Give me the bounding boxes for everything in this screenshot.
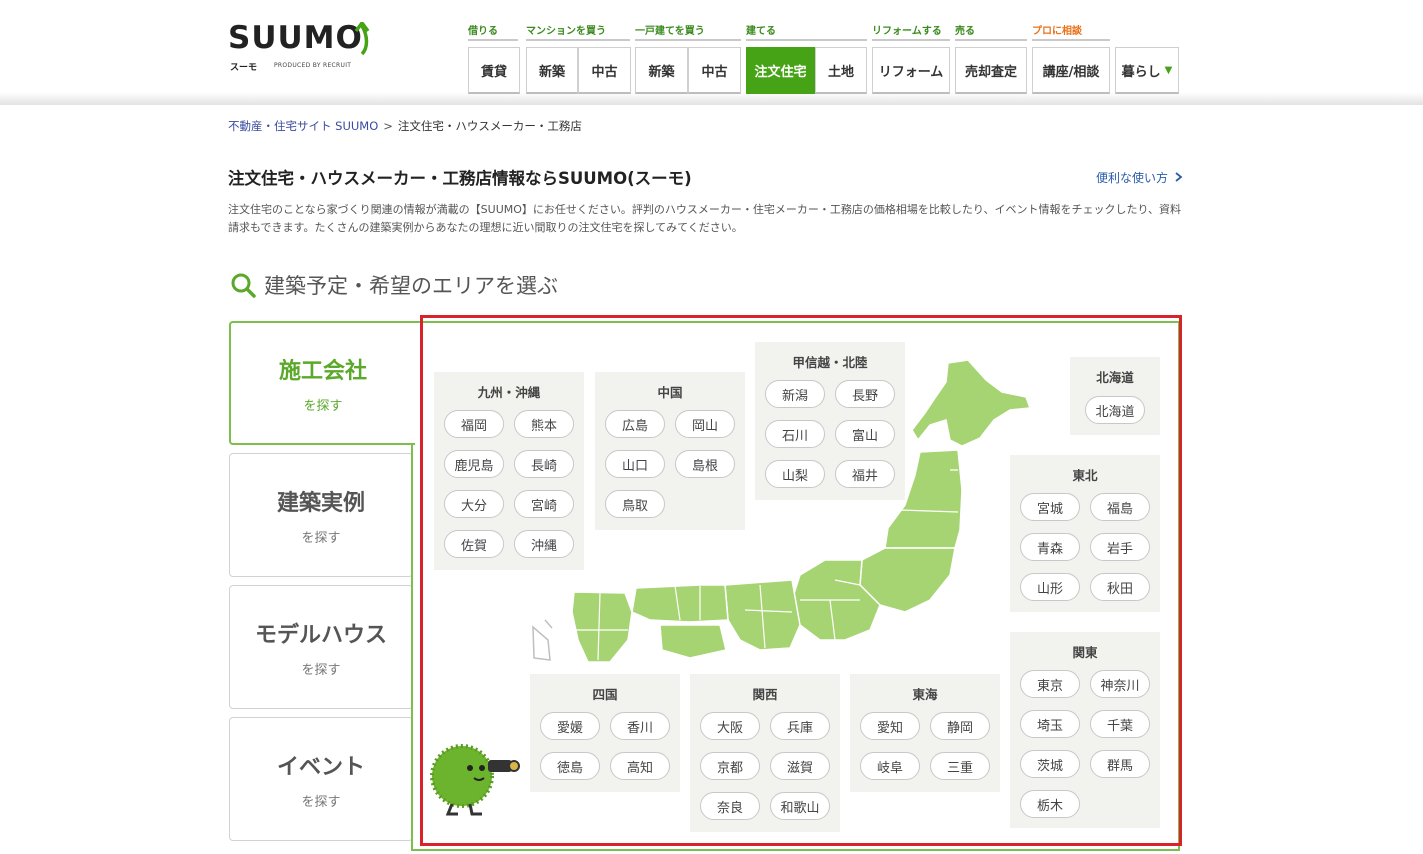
pref-button-nagano[interactable]: 長野 xyxy=(835,380,895,408)
pref-button-kyoto[interactable]: 京都 xyxy=(700,752,760,780)
pref-button-saga[interactable]: 佐賀 xyxy=(444,530,504,558)
pref-button-fukuoka[interactable]: 福岡 xyxy=(444,410,504,438)
region-kanto: 関東 東京 神奈川 埼玉 千葉 茨城 群馬 栃木 xyxy=(1010,632,1160,828)
pref-button-shiga[interactable]: 滋賀 xyxy=(770,752,830,780)
pref-button-kagawa[interactable]: 香川 xyxy=(610,712,670,740)
pref-button-nara[interactable]: 奈良 xyxy=(700,792,760,820)
pref-button-kagoshima[interactable]: 鹿児島 xyxy=(444,450,504,478)
map-shikoku[interactable] xyxy=(659,624,727,659)
region-kyushu-name: 九州・沖縄 xyxy=(477,385,541,400)
pref-button-hyogo[interactable]: 兵庫 xyxy=(770,712,830,740)
pref-button-yamaguchi[interactable]: 山口 xyxy=(605,450,665,478)
pref-button-miyazaki[interactable]: 宮崎 xyxy=(514,490,574,518)
pref-button-kanagawa[interactable]: 神奈川 xyxy=(1090,670,1150,698)
region-hokkaido-name: 北海道 xyxy=(1096,370,1134,385)
pref-button-okinawa[interactable]: 沖縄 xyxy=(514,530,574,558)
pref-button-ibaraki[interactable]: 茨城 xyxy=(1020,750,1080,778)
pref-button-hokkaido[interactable]: 北海道 xyxy=(1085,396,1145,424)
pref-button-hiroshima[interactable]: 広島 xyxy=(605,410,665,438)
pref-button-yamagata[interactable]: 山形 xyxy=(1020,573,1080,601)
region-hokkaido: 北海道 北海道 xyxy=(1070,357,1160,435)
pref-button-shimane[interactable]: 島根 xyxy=(675,450,735,478)
pref-button-wakayama[interactable]: 和歌山 xyxy=(770,792,830,820)
region-chugoku-name: 中国 xyxy=(657,385,683,400)
pref-button-tokyo[interactable]: 東京 xyxy=(1020,670,1080,698)
pref-button-gunma[interactable]: 群馬 xyxy=(1090,750,1150,778)
region-shikoku: 四国 愛媛 香川 徳島 高知 xyxy=(530,674,680,792)
region-tohoku-name: 東北 xyxy=(1072,468,1098,483)
pref-button-fukui[interactable]: 福井 xyxy=(835,460,895,488)
region-chugoku: 中国 広島 岡山 山口 島根 鳥取 xyxy=(595,372,745,530)
pref-button-oita[interactable]: 大分 xyxy=(444,490,504,518)
pref-button-ishikawa[interactable]: 石川 xyxy=(765,420,825,448)
pref-button-akita[interactable]: 秋田 xyxy=(1090,573,1150,601)
region-kansai: 関西 大阪 兵庫 京都 滋賀 奈良 和歌山 xyxy=(690,674,840,832)
region-kansai-name: 関西 xyxy=(752,687,778,702)
pref-button-tochigi[interactable]: 栃木 xyxy=(1020,790,1080,818)
map-kyushu[interactable] xyxy=(571,591,633,663)
region-koshinetsu: 甲信越・北陸 新潟 長野 石川 富山 山梨 福井 xyxy=(755,342,905,500)
pref-button-gifu[interactable]: 岐阜 xyxy=(860,752,920,780)
pref-button-niigata[interactable]: 新潟 xyxy=(765,380,825,408)
pref-button-yamanashi[interactable]: 山梨 xyxy=(765,460,825,488)
region-tokai-name: 東海 xyxy=(912,687,938,702)
pref-button-tokushima[interactable]: 徳島 xyxy=(540,752,600,780)
pref-button-iwate[interactable]: 岩手 xyxy=(1090,533,1150,561)
pref-button-ehime[interactable]: 愛媛 xyxy=(540,712,600,740)
map-hokkaido[interactable] xyxy=(911,359,1032,447)
region-shikoku-name: 四国 xyxy=(592,687,618,702)
pref-button-shizuoka[interactable]: 静岡 xyxy=(930,712,990,740)
pref-button-osaka[interactable]: 大阪 xyxy=(700,712,760,740)
region-koshinetsu-name: 甲信越・北陸 xyxy=(792,355,868,370)
pref-button-mie[interactable]: 三重 xyxy=(930,752,990,780)
pref-button-aomori[interactable]: 青森 xyxy=(1020,533,1080,561)
pref-button-kochi[interactable]: 高知 xyxy=(610,752,670,780)
pref-button-aichi[interactable]: 愛知 xyxy=(860,712,920,740)
pref-button-miyagi[interactable]: 宮城 xyxy=(1020,493,1080,521)
pref-button-fukushima[interactable]: 福島 xyxy=(1090,493,1150,521)
pref-button-saitama[interactable]: 埼玉 xyxy=(1020,710,1080,738)
pref-button-toyama[interactable]: 富山 xyxy=(835,420,895,448)
pref-button-okayama[interactable]: 岡山 xyxy=(675,410,735,438)
region-tokai: 東海 愛知 静岡 岐阜 三重 xyxy=(850,674,1000,792)
pref-button-nagasaki[interactable]: 長崎 xyxy=(514,450,574,478)
pref-button-kumamoto[interactable]: 熊本 xyxy=(514,410,574,438)
suumo-mascot-icon xyxy=(430,744,520,816)
region-kanto-name: 関東 xyxy=(1072,645,1098,660)
pref-button-chiba[interactable]: 千葉 xyxy=(1090,710,1150,738)
pref-button-tottori[interactable]: 鳥取 xyxy=(605,490,665,518)
region-kyushu: 九州・沖縄 福岡 熊本 鹿児島 長崎 大分 宮崎 佐賀 沖縄 xyxy=(434,372,584,570)
region-tohoku: 東北 宮城 福島 青森 岩手 山形 秋田 xyxy=(1010,455,1160,612)
